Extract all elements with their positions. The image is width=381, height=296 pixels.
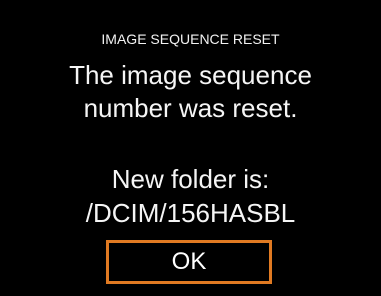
folder-label: New folder is: [111, 164, 270, 194]
folder-path: /DCIM/156HASBL [85, 198, 296, 228]
ok-button[interactable]: OK [106, 240, 272, 284]
reset-dialog: IMAGE SEQUENCE RESET The image sequence … [0, 0, 381, 296]
dialog-title: IMAGE SEQUENCE RESET [101, 31, 280, 47]
message-line-2: number was reset. [83, 93, 298, 123]
message-line-1: The image sequence [69, 60, 312, 90]
